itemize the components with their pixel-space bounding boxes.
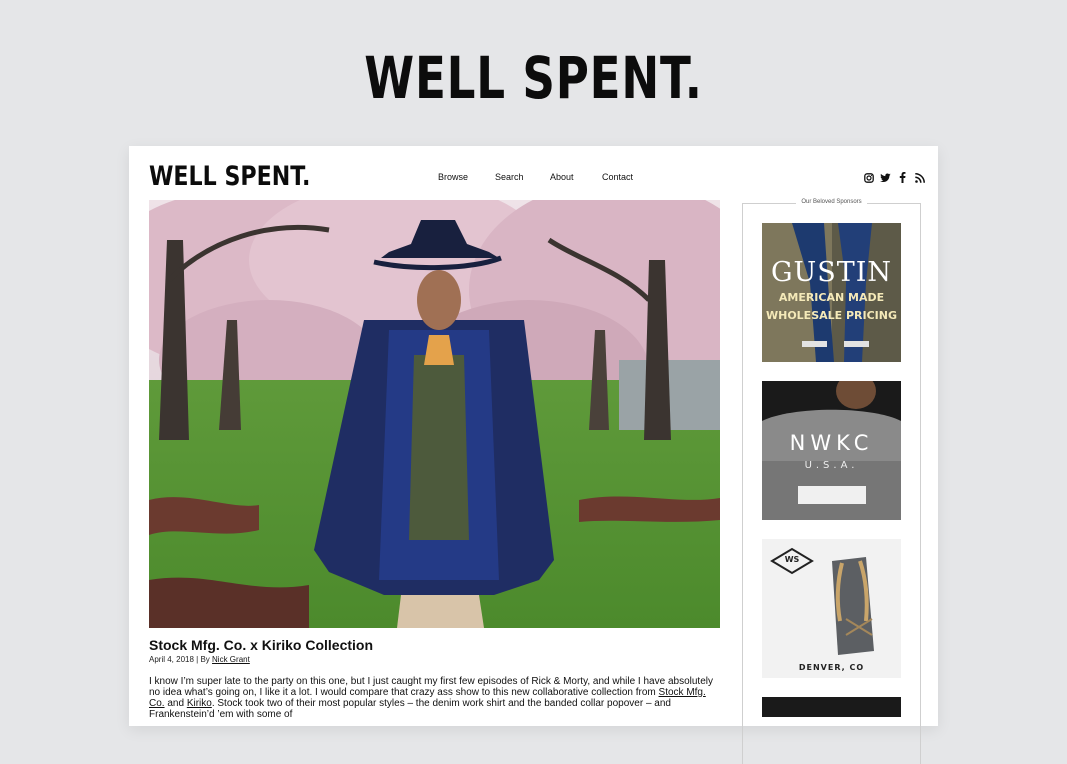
- gustin-line2: AMERICAN MADE: [778, 291, 885, 304]
- post-title[interactable]: Stock Mfg. Co. x Kiriko Collection: [149, 637, 373, 653]
- sponsors-heading: Our Beloved Sponsors: [743, 199, 920, 205]
- post-and: and: [167, 698, 185, 709]
- ws-caption: DENVER, CO: [798, 663, 865, 672]
- hero-logo: WELL SPENT.: [364, 44, 703, 112]
- post-body-text-2: . Stock took two of their most popular s…: [149, 698, 671, 720]
- gustin-line3: WHOLESALE PRICING: [765, 309, 898, 322]
- sponsors-sidebar: Our Beloved Sponsors GUSTIN AMERICAN MAD…: [742, 199, 921, 764]
- nwkc-line1: NWKC: [789, 431, 874, 455]
- nav-contact[interactable]: Contact: [602, 172, 633, 182]
- site-logo[interactable]: WELL SPENT.: [149, 161, 310, 192]
- sponsor-ad-ws[interactable]: WS DENVER, CO: [762, 539, 901, 678]
- social-links: [863, 172, 925, 183]
- post-meta: April 4, 2018 | By Nick Grant: [149, 655, 250, 664]
- sponsor-ad-nwkc[interactable]: NWKC U.S.A.: [762, 381, 901, 520]
- site-frame: WELL SPENT. Browse Search About Contact: [129, 146, 938, 764]
- ws-badge: WS: [784, 555, 800, 564]
- post-excerpt: I know I’m super late to the party on th…: [149, 676, 720, 720]
- post-date: April 4, 2018: [149, 655, 194, 664]
- nav-about[interactable]: About: [550, 172, 574, 182]
- facebook-icon[interactable]: [897, 172, 908, 183]
- sponsor-ad-partial[interactable]: [762, 697, 901, 717]
- post-by-label: | By: [196, 655, 210, 664]
- featured-post-image[interactable]: [149, 200, 720, 628]
- twitter-icon[interactable]: [880, 172, 891, 183]
- instagram-icon[interactable]: [863, 172, 874, 183]
- gustin-line1: GUSTIN: [770, 257, 893, 288]
- nav-browse[interactable]: Browse: [438, 172, 468, 182]
- kiriko-link[interactable]: Kiriko: [187, 698, 212, 709]
- rss-icon[interactable]: [914, 172, 925, 183]
- nav-search[interactable]: Search: [495, 172, 524, 182]
- sponsor-ad-gustin[interactable]: GUSTIN AMERICAN MADE WHOLESALE PRICING: [762, 223, 901, 362]
- post-body-text: I know I’m super late to the party on th…: [149, 676, 713, 698]
- author-link[interactable]: Nick Grant: [212, 655, 250, 664]
- nwkc-line2: U.S.A.: [804, 460, 859, 471]
